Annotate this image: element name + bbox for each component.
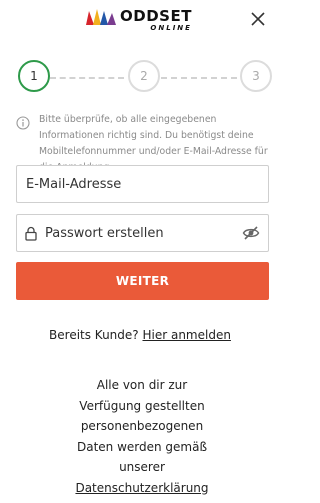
continue-button[interactable]: WEITER (16, 262, 269, 300)
step-connector (161, 77, 237, 79)
step-2: 2 (128, 60, 160, 92)
oddset-logo[interactable]: ODDSET ONLINE (86, 9, 192, 32)
password-field-wrapper (16, 214, 269, 252)
logo-subtitle: ONLINE (150, 24, 192, 32)
privacy-line: Alle von dir zur (96, 378, 188, 392)
info-icon (16, 116, 30, 130)
step-1: 1 (18, 60, 50, 92)
step-connector (50, 77, 124, 79)
lock-icon (25, 226, 37, 241)
logo-mark-icon (86, 9, 116, 25)
login-link[interactable]: Hier anmelden (142, 328, 230, 342)
login-prompt-text: Bereits Kunde? (49, 328, 139, 342)
privacy-line: unserer (119, 460, 165, 474)
close-icon[interactable] (250, 11, 266, 27)
header: ODDSET ONLINE (0, 0, 280, 44)
email-field-wrapper (16, 165, 269, 203)
logo-wordmark: ODDSET (120, 7, 192, 25)
privacy-line: Verfügung gestellten (79, 398, 205, 413)
privacy-line: Daten werden gemäß (76, 439, 208, 454)
privacy-line: personenbezogenen (80, 419, 204, 433)
registration-stepper: 1 2 3 (0, 60, 280, 96)
eye-slash-icon[interactable] (242, 225, 260, 241)
password-input[interactable] (45, 225, 242, 241)
email-input[interactable] (26, 176, 268, 192)
login-prompt: Bereits Kunde? Hier anmelden (0, 328, 280, 342)
privacy-notice: Alle von dir zur Verfügung gestellten pe… (60, 375, 224, 498)
step-3: 3 (240, 60, 272, 92)
privacy-policy-link[interactable]: Datenschutzerklärung (75, 481, 208, 495)
